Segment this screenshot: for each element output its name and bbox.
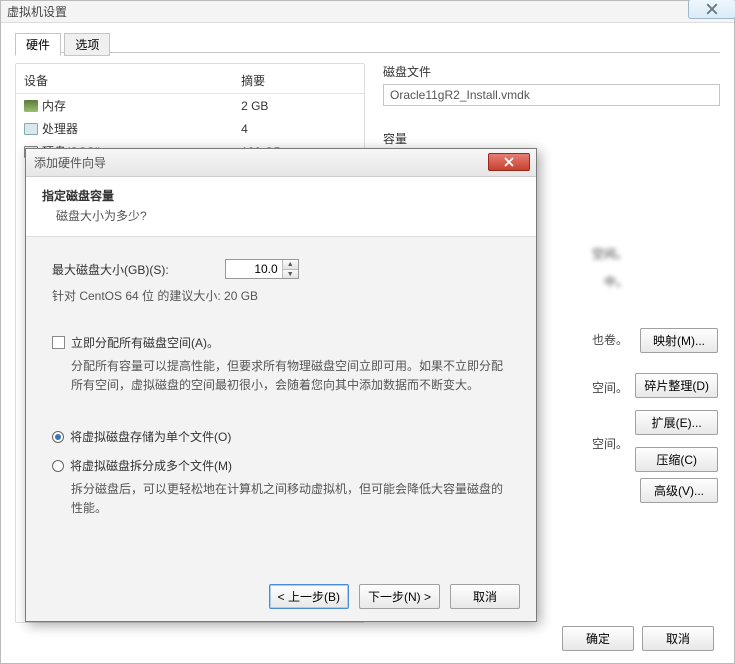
wizard-header: 指定磁盘容量 磁盘大小为多少? [26,177,536,237]
tab-bar: 硬件 选项 [15,33,720,53]
tab-hardware[interactable]: 硬件 [15,33,61,56]
wizard-heading: 指定磁盘容量 [42,187,520,204]
disk-size-input[interactable] [226,260,282,278]
bg-text: 空间。 [592,379,628,396]
single-file-radio[interactable] [52,431,64,443]
disk-file-label: 磁盘文件 [383,63,720,80]
next-button[interactable]: 下一步(N) > [359,584,440,609]
allocate-description: 分配所有容量可以提高性能，但要求所有物理磁盘空间立即可用。如果不立即分配所有空间… [71,357,510,394]
bg-text: 中。 [604,273,628,290]
table-row[interactable]: 处理器 4 [16,117,364,140]
defrag-button[interactable]: 碎片整理(D) [635,373,718,398]
cancel-button[interactable]: 取消 [642,626,714,651]
wizard-titlebar[interactable]: 添加硬件向导 [26,149,536,177]
cpu-icon [24,123,38,135]
disk-size-spinner[interactable]: ▲ ▼ [225,259,299,279]
tab-options[interactable]: 选项 [64,33,110,56]
bg-text: 空间。 [592,435,628,452]
disk-file-input[interactable] [383,84,720,106]
col-summary: 摘要 [233,68,364,94]
wizard-title: 添加硬件向导 [34,154,106,171]
bg-text: 也卷。 [592,331,628,348]
close-x-icon [706,3,718,15]
expand-button[interactable]: 扩展(E)... [635,410,718,435]
wizard-subheading: 磁盘大小为多少? [42,207,520,224]
bg-text: 空间。 [592,245,628,262]
map-button[interactable]: 映射(M)... [640,328,718,353]
memory-icon [24,100,38,112]
close-icon [504,157,514,167]
max-size-label: 最大磁盘大小(GB)(S): [52,261,169,278]
spinner-up-icon[interactable]: ▲ [283,260,298,269]
split-file-radio[interactable] [52,460,64,472]
single-file-label: 将虚拟磁盘存储为单个文件(O) [70,428,231,445]
table-row[interactable]: 内存 2 GB [16,94,364,118]
ok-button[interactable]: 确定 [562,626,634,651]
allocate-now-label: 立即分配所有磁盘空间(A)。 [71,334,219,351]
split-description: 拆分磁盘后，可以更轻松地在计算机之间移动虚拟机，但可能会降低大容量磁盘的性能。 [71,480,510,517]
spinner-down-icon[interactable]: ▼ [283,269,298,278]
add-hardware-wizard: 添加硬件向导 指定磁盘容量 磁盘大小为多少? 最大磁盘大小(GB)(S): ▲ … [25,148,537,622]
back-button[interactable]: < 上一步(B) [269,584,349,609]
wizard-cancel-button[interactable]: 取消 [450,584,520,609]
split-file-label: 将虚拟磁盘拆分成多个文件(M) [70,457,232,474]
window-close-button[interactable] [688,0,735,19]
col-device: 设备 [16,68,233,94]
capacity-label: 容量 [383,130,720,147]
recommended-size-text: 针对 CentOS 64 位 的建议大小: 20 GB [52,287,510,304]
window-title: 虚拟机设置 [1,1,734,23]
allocate-now-checkbox[interactable] [52,336,65,349]
advanced-button[interactable]: 高级(V)... [640,478,718,503]
compress-button[interactable]: 压缩(C) [635,447,718,472]
wizard-close-button[interactable] [488,153,530,171]
